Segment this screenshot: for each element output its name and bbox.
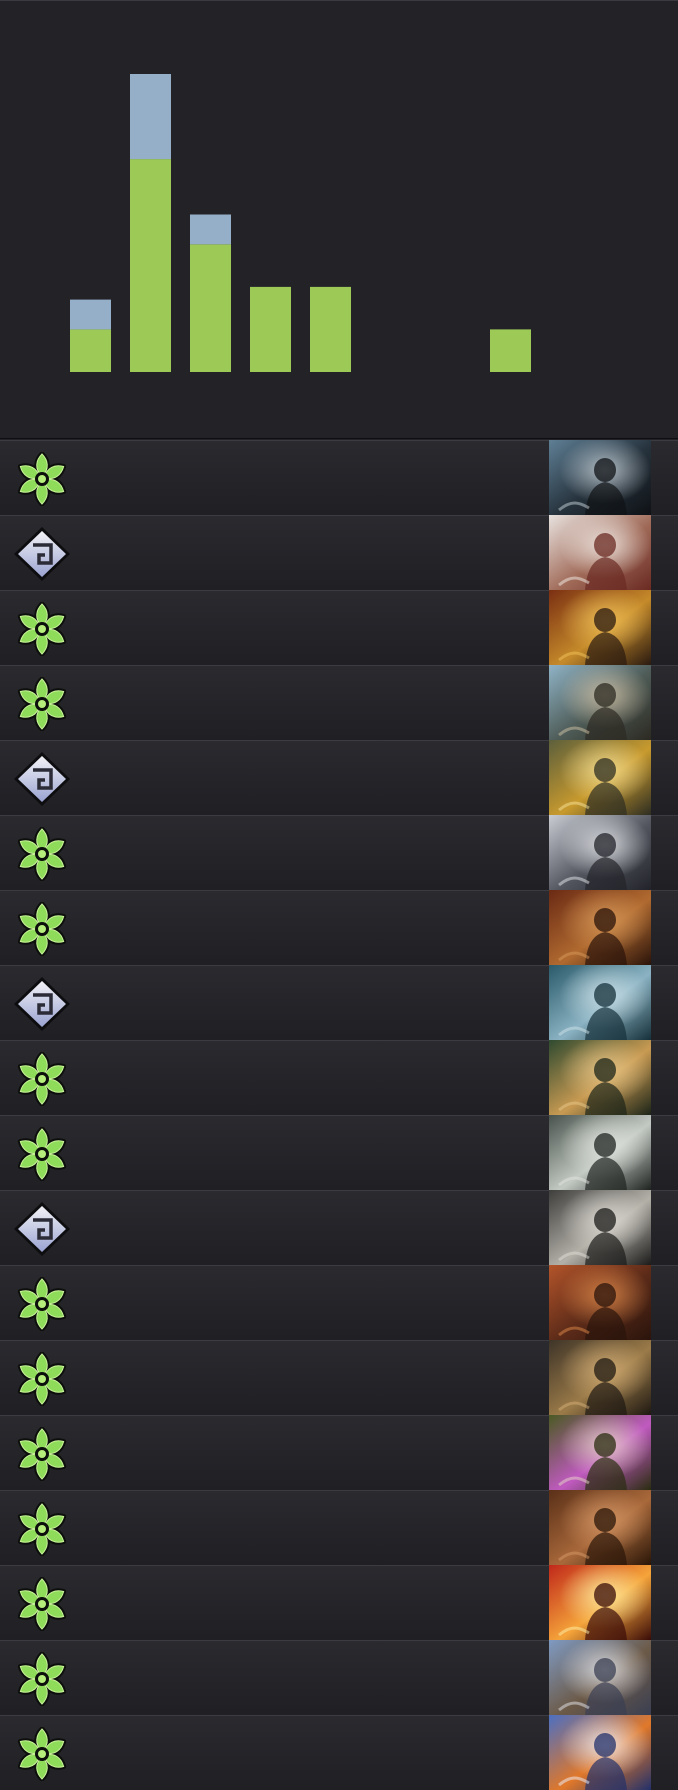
- mana-curve-plot: [70, 74, 531, 372]
- green-star-icon: [12, 1502, 72, 1556]
- card-art-goblin-shaman: [549, 1340, 651, 1415]
- bar-3-series-1: [190, 244, 231, 372]
- card-row[interactable]: [0, 1640, 678, 1715]
- card-row[interactable]: [0, 1265, 678, 1340]
- card-art-armored-archer: [549, 1190, 651, 1265]
- silver-rune-icon: [12, 977, 72, 1031]
- silver-rune-icon: [12, 1202, 72, 1256]
- card-row[interactable]: [0, 965, 678, 1040]
- bar-1-series-2: [70, 299, 111, 330]
- green-star-icon: [12, 1652, 72, 1706]
- card-row[interactable]: [0, 1565, 678, 1640]
- green-star-icon: [12, 902, 72, 956]
- card-row[interactable]: [0, 515, 678, 590]
- green-star-icon: [12, 1427, 72, 1481]
- card-art-antlered-helm-warrior: [549, 1640, 651, 1715]
- card-art-fire-lava: [549, 1565, 651, 1640]
- card-art-bearded-swordsman: [549, 665, 651, 740]
- green-star-icon: [12, 1352, 72, 1406]
- card-art-pale-golem: [549, 1115, 651, 1190]
- card-row[interactable]: [0, 590, 678, 665]
- bar-2-series-2: [130, 74, 171, 160]
- card-row[interactable]: [0, 1040, 678, 1115]
- card-art-golden-spellcaster: [549, 740, 651, 815]
- card-row[interactable]: [0, 1490, 678, 1565]
- card-row[interactable]: [0, 815, 678, 890]
- card-row[interactable]: [0, 1190, 678, 1265]
- card-row[interactable]: [0, 440, 678, 515]
- card-art-brown-hulking-creature: [549, 1490, 651, 1565]
- bar-5-series-1: [310, 286, 351, 372]
- silver-rune-icon: [12, 752, 72, 806]
- green-star-icon: [12, 1277, 72, 1331]
- green-star-icon: [12, 1052, 72, 1106]
- green-star-icon: [12, 602, 72, 656]
- green-star-icon: [12, 1127, 72, 1181]
- card-art-flower-skull: [549, 1415, 651, 1490]
- card-row[interactable]: [0, 1415, 678, 1490]
- card-art-armored-knight-snow: [549, 815, 651, 890]
- card-row[interactable]: [0, 740, 678, 815]
- green-star-icon: [12, 452, 72, 506]
- bar-3-series-2: [190, 214, 231, 245]
- card-art-blue-stone-statue: [549, 965, 651, 1040]
- card-row[interactable]: [0, 665, 678, 740]
- mana-curve-chart: [0, 0, 678, 439]
- card-row[interactable]: [0, 890, 678, 965]
- card-art-horned-warrior-torch: [549, 590, 651, 665]
- card-art-brown-red-wings: [549, 515, 651, 590]
- card-art-furry-beast: [549, 890, 651, 965]
- green-star-icon: [12, 827, 72, 881]
- bar-1-series-1: [70, 329, 111, 372]
- green-star-icon: [12, 1577, 72, 1631]
- card-row[interactable]: [0, 1340, 678, 1415]
- card-row[interactable]: [0, 1715, 678, 1790]
- silver-rune-icon: [12, 527, 72, 581]
- card-row[interactable]: [0, 1115, 678, 1190]
- green-star-icon: [12, 677, 72, 731]
- bar-8-series-1: [490, 329, 531, 372]
- bar-2-series-1: [130, 159, 171, 372]
- card-list: [0, 440, 678, 1790]
- bar-4-series-1: [250, 286, 291, 372]
- card-art-red-dwarf-warrior: [549, 1265, 651, 1340]
- deck-stats-page: [0, 0, 678, 1790]
- card-art-hooded-figure-serpent: [549, 440, 651, 515]
- card-art-forest-maidens: [549, 1040, 651, 1115]
- card-art-fire-beast-winter: [549, 1715, 651, 1790]
- green-star-icon: [12, 1727, 72, 1781]
